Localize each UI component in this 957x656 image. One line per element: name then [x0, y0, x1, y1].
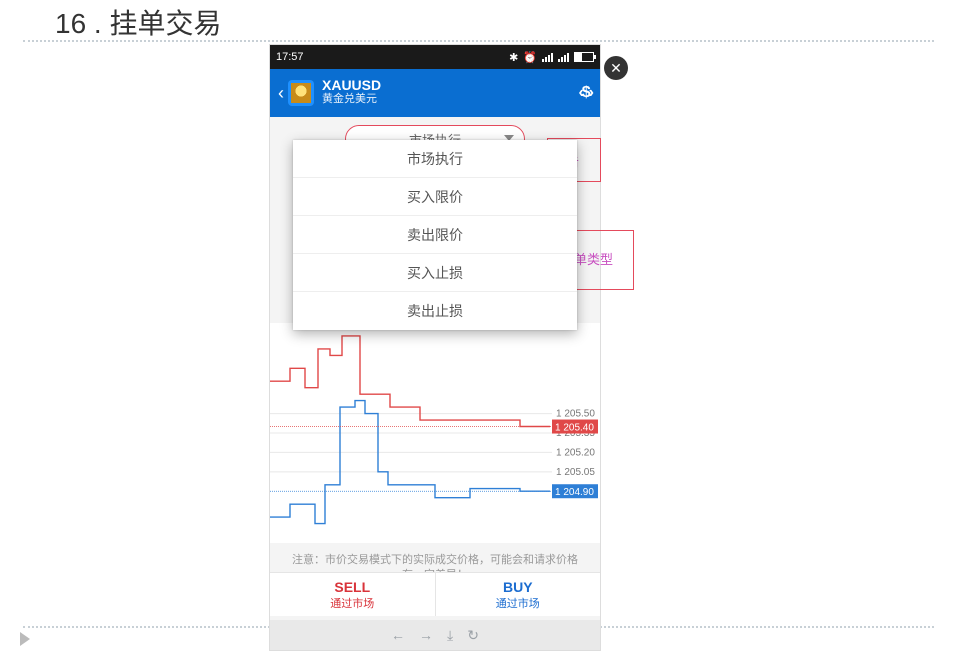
status-time: 17:57 — [276, 51, 304, 63]
close-icon[interactable]: ✕ — [604, 56, 628, 80]
battery-icon — [574, 52, 594, 62]
nav-download-icon[interactable]: ⤓ — [447, 627, 453, 644]
svg-text:1 205.20: 1 205.20 — [556, 447, 595, 458]
phone-frame: 17:57 ✱ ⏰ ‹ XAUUSD 黄金兑美元 ‹$› 市场执行 市场执行 买… — [270, 45, 600, 650]
back-chevron-icon[interactable]: ‹ — [278, 83, 284, 104]
symbol-logo — [288, 80, 314, 106]
order-type-dropdown: 市场执行 买入限价 卖出限价 买入止损 卖出止损 — [293, 140, 577, 330]
svg-text:1 204.90: 1 204.90 — [555, 487, 594, 498]
nav-back-icon[interactable]: ← — [391, 627, 405, 643]
page-title: 16 . 挂单交易 — [55, 2, 221, 42]
sell-sublabel: 通过市场 — [330, 595, 374, 611]
phone-nav-bar: ← → ⤓ ↻ — [270, 620, 600, 650]
nav-refresh-icon[interactable]: ↻ — [467, 627, 479, 644]
price-chart: 1 205.501 205.351 205.201 205.051 205.40… — [270, 323, 600, 543]
buy-label: BUY — [503, 579, 533, 595]
svg-text:1 205.50: 1 205.50 — [556, 409, 595, 420]
status-bar: 17:57 ✱ ⏰ — [270, 45, 600, 69]
app-header: ‹ XAUUSD 黄金兑美元 ‹$› — [270, 69, 600, 117]
sell-label: SELL — [334, 579, 370, 595]
buy-button[interactable]: BUY 通过市场 — [435, 573, 601, 616]
svg-text:1 205.40: 1 205.40 — [555, 423, 594, 434]
dropdown-item[interactable]: 卖出限价 — [293, 216, 577, 254]
dropdown-item[interactable]: 买入止损 — [293, 254, 577, 292]
dropdown-item[interactable]: 卖出止损 — [293, 292, 577, 330]
alarm-icon: ⏰ — [523, 51, 537, 64]
bluetooth-icon: ✱ — [509, 51, 518, 64]
buy-sublabel: 通过市场 — [496, 595, 540, 611]
dropdown-item[interactable]: 市场执行 — [293, 140, 577, 178]
trade-buttons: SELL 通过市场 BUY 通过市场 — [270, 572, 600, 616]
symbol-name: XAUUSD — [322, 78, 578, 92]
sell-button[interactable]: SELL 通过市场 — [270, 573, 435, 616]
swap-icon[interactable]: ‹$› — [578, 84, 592, 102]
symbol-subtitle: 黄金兑美元 — [322, 92, 578, 107]
slide-arrow-icon — [20, 632, 30, 646]
signal-icon — [542, 53, 553, 62]
svg-text:1 205.05: 1 205.05 — [556, 467, 595, 478]
nav-forward-icon[interactable]: → — [419, 627, 433, 643]
signal-icon-2 — [558, 53, 569, 62]
dropdown-item[interactable]: 买入限价 — [293, 178, 577, 216]
